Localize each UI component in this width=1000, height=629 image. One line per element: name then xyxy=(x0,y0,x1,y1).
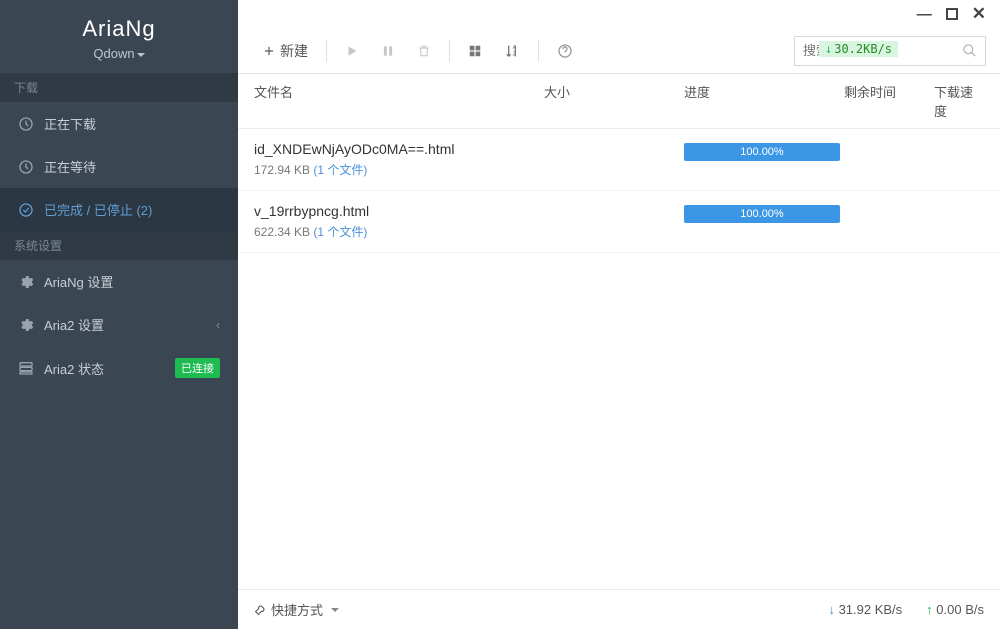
progress-bar: 100.00% xyxy=(684,205,840,223)
nav-label: 正在等待 xyxy=(44,157,96,176)
nav-aria2-status[interactable]: Aria2 状态 已连接 xyxy=(0,346,238,390)
svg-text:A: A xyxy=(513,45,517,51)
nav-label: Aria2 状态 xyxy=(44,359,104,378)
nav-finished-stopped[interactable]: 已完成 / 已停止 (2) xyxy=(0,188,238,231)
search-icon[interactable] xyxy=(962,43,977,58)
separator xyxy=(538,40,539,62)
col-progress[interactable]: 进度 xyxy=(684,82,844,120)
file-name: id_XNDEwNjAyODc0MA==.html xyxy=(254,141,684,157)
progress-bar: 100.00% xyxy=(684,143,840,161)
nav-downloading[interactable]: 正在下载 xyxy=(0,102,238,145)
section-settings: 系统设置 xyxy=(0,231,238,260)
download-speed-status: ↓ 31.92 KB/s xyxy=(828,602,902,617)
nav-ariang-settings[interactable]: AriaNg 设置 xyxy=(0,260,238,303)
section-downloads: 下载 xyxy=(0,73,238,102)
chevron-left-icon: ‹ xyxy=(216,318,220,332)
up-arrow-icon: ↑ xyxy=(926,602,933,617)
clock-icon xyxy=(18,116,34,132)
file-meta: 172.94 KB (1 个文件) xyxy=(254,161,684,178)
file-count-link[interactable]: (1 个文件) xyxy=(313,225,367,239)
close-button[interactable]: ✕ xyxy=(972,4,986,24)
view-grid-button[interactable] xyxy=(458,38,492,64)
help-button[interactable] xyxy=(547,37,583,65)
delete-button[interactable] xyxy=(407,38,441,64)
main-area: — ✕ 新建 xyxy=(238,0,1000,629)
speed-hint-overlay: ↓ 30.2KB/s xyxy=(819,41,898,57)
nav-waiting[interactable]: 正在等待 xyxy=(0,145,238,188)
status-badge-connected: 已连接 xyxy=(175,358,220,378)
col-remaining[interactable]: 剩余时间 xyxy=(844,82,934,120)
file-name: v_19rrbypncg.html xyxy=(254,203,684,219)
table-row[interactable]: v_19rrbypncg.html 622.34 KB (1 个文件) 100.… xyxy=(238,191,1000,253)
wrench-icon xyxy=(254,603,267,616)
upload-speed-status: ↑ 0.00 B/s xyxy=(926,602,984,617)
col-speed[interactable]: 下载速度 xyxy=(934,82,984,120)
nav-label: 已完成 / 已停止 (2) xyxy=(44,200,152,219)
gear-icon xyxy=(18,274,34,290)
nav-label: AriaNg 设置 xyxy=(44,272,113,291)
table-header: 文件名 大小 进度 剩余时间 下载速度 xyxy=(238,74,1000,129)
sidebar: AriaNg Qdown 下载 正在下载 正在等待 已完成 / 已停止 (2) … xyxy=(0,0,238,629)
separator xyxy=(449,40,450,62)
status-bar: 快捷方式 ↓ 31.92 KB/s ↑ 0.00 B/s xyxy=(238,589,1000,629)
pause-button[interactable] xyxy=(371,38,405,64)
separator xyxy=(326,40,327,62)
sort-button[interactable]: AZ xyxy=(494,37,530,65)
file-count-link[interactable]: (1 个文件) xyxy=(313,163,367,177)
svg-text:Z: Z xyxy=(513,51,517,57)
app-title: AriaNg xyxy=(0,16,238,42)
gear-icon xyxy=(18,317,34,333)
col-filename[interactable]: 文件名 xyxy=(254,82,544,120)
down-arrow-icon: ↓ xyxy=(828,602,835,617)
minimize-button[interactable]: — xyxy=(917,6,932,23)
window-controls: — ✕ xyxy=(238,0,1000,28)
file-meta: 622.34 KB (1 个文件) xyxy=(254,223,684,240)
down-arrow-icon: ↓ xyxy=(825,42,832,56)
nav-label: Aria2 设置 xyxy=(44,315,104,334)
nav-aria2-settings[interactable]: Aria2 设置 ‹ xyxy=(0,303,238,346)
brand-block: AriaNg Qdown xyxy=(0,0,238,73)
server-icon xyxy=(18,360,34,376)
maximize-button[interactable] xyxy=(946,8,958,20)
file-list: id_XNDEwNjAyODc0MA==.html 172.94 KB (1 个… xyxy=(238,129,1000,589)
check-circle-icon xyxy=(18,202,34,218)
col-size[interactable]: 大小 xyxy=(544,82,684,120)
plus-icon xyxy=(262,44,276,58)
new-task-button[interactable]: 新建 xyxy=(252,35,318,67)
app-subtitle-dropdown[interactable]: Qdown xyxy=(93,46,144,61)
start-button[interactable] xyxy=(335,38,369,64)
clock-icon xyxy=(18,159,34,175)
toolbar: 新建 AZ xyxy=(238,28,1000,74)
nav-label: 正在下载 xyxy=(44,114,96,133)
search-box[interactable]: ↓ 30.2KB/s xyxy=(794,36,986,66)
table-row[interactable]: id_XNDEwNjAyODc0MA==.html 172.94 KB (1 个… xyxy=(238,129,1000,191)
shortcut-dropdown[interactable]: 快捷方式 xyxy=(254,600,339,619)
